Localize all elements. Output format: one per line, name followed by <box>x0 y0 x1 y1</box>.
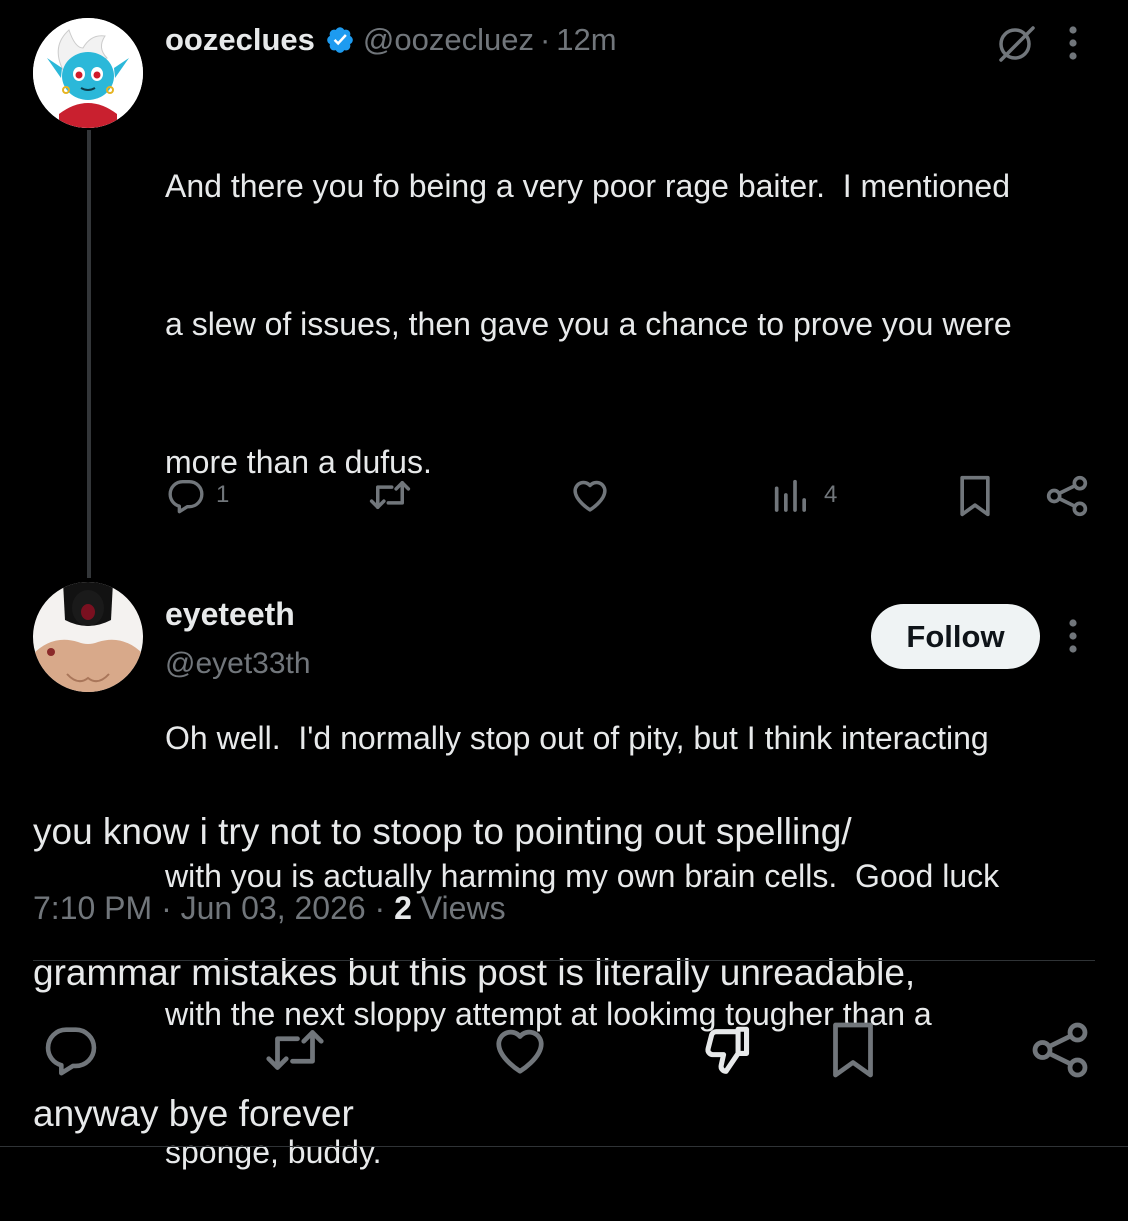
post-more-options-icon[interactable] <box>1064 617 1082 655</box>
divider <box>33 960 1095 961</box>
reply-handle[interactable]: @oozecluez <box>363 22 534 58</box>
post-text: you know i try not to stoop to pointing … <box>33 714 1113 1184</box>
post-handle[interactable]: @eyet33th <box>165 644 311 684</box>
post-share-icon[interactable] <box>1030 1020 1090 1080</box>
post-views-count[interactable]: 2 <box>394 890 412 926</box>
post-like-icon[interactable] <box>489 1020 551 1080</box>
reply-display-name[interactable]: oozeclues <box>165 22 315 58</box>
avatar-eyeteeth[interactable] <box>33 582 143 692</box>
post-text-line: you know i try not to stoop to pointing … <box>33 811 852 852</box>
share-icon[interactable] <box>1045 474 1089 518</box>
divider <box>0 1146 1128 1147</box>
views-icon <box>770 475 810 515</box>
reply-time-ago[interactable]: 12m <box>556 22 616 58</box>
post-text-line: grammar mistakes but this post is litera… <box>33 952 916 993</box>
reply-header: oozeclues @oozecluez · 12m <box>165 20 617 60</box>
meta-separator: · <box>374 890 395 926</box>
meta-separator: · <box>161 890 181 926</box>
reply-action-views[interactable]: 4 <box>770 474 837 516</box>
repost-icon[interactable] <box>366 474 414 516</box>
thread-connector-line <box>87 130 91 578</box>
follow-button[interactable]: Follow <box>871 604 1040 669</box>
bookmark-icon[interactable] <box>956 474 994 518</box>
reply-icon <box>166 475 206 515</box>
post-time[interactable]: 7:10 PM <box>33 890 152 926</box>
reply-separator: · <box>539 22 551 57</box>
post-views-label[interactable]: Views <box>421 890 506 926</box>
avatar-oozeclues[interactable] <box>33 18 143 128</box>
reply-action-reply[interactable]: 1 <box>166 474 229 516</box>
post-repost-icon[interactable] <box>258 1020 332 1080</box>
verified-badge-icon <box>325 25 355 55</box>
post-reply-icon[interactable] <box>40 1020 102 1078</box>
reply-more-options-icon[interactable] <box>1064 24 1082 62</box>
reply-text-line: And there you fo being a very poor rage … <box>165 168 1010 204</box>
post-metadata: 7:10 PM · Jun 03, 2026 · 2 Views <box>33 886 506 930</box>
reply-count: 1 <box>216 481 230 508</box>
post-display-name[interactable]: eyeteeth <box>165 594 295 634</box>
reply-text-line: a slew of issues, then gave you a chance… <box>165 306 1012 342</box>
dislike-icon[interactable] <box>696 1022 756 1080</box>
post-text-line: anyway bye forever <box>33 1093 354 1134</box>
post-bookmark-icon[interactable] <box>828 1020 878 1080</box>
views-count: 4 <box>824 481 838 508</box>
grok-icon[interactable] <box>995 22 1037 64</box>
post-date[interactable]: Jun 03, 2026 <box>181 890 366 926</box>
like-icon[interactable] <box>568 474 612 516</box>
